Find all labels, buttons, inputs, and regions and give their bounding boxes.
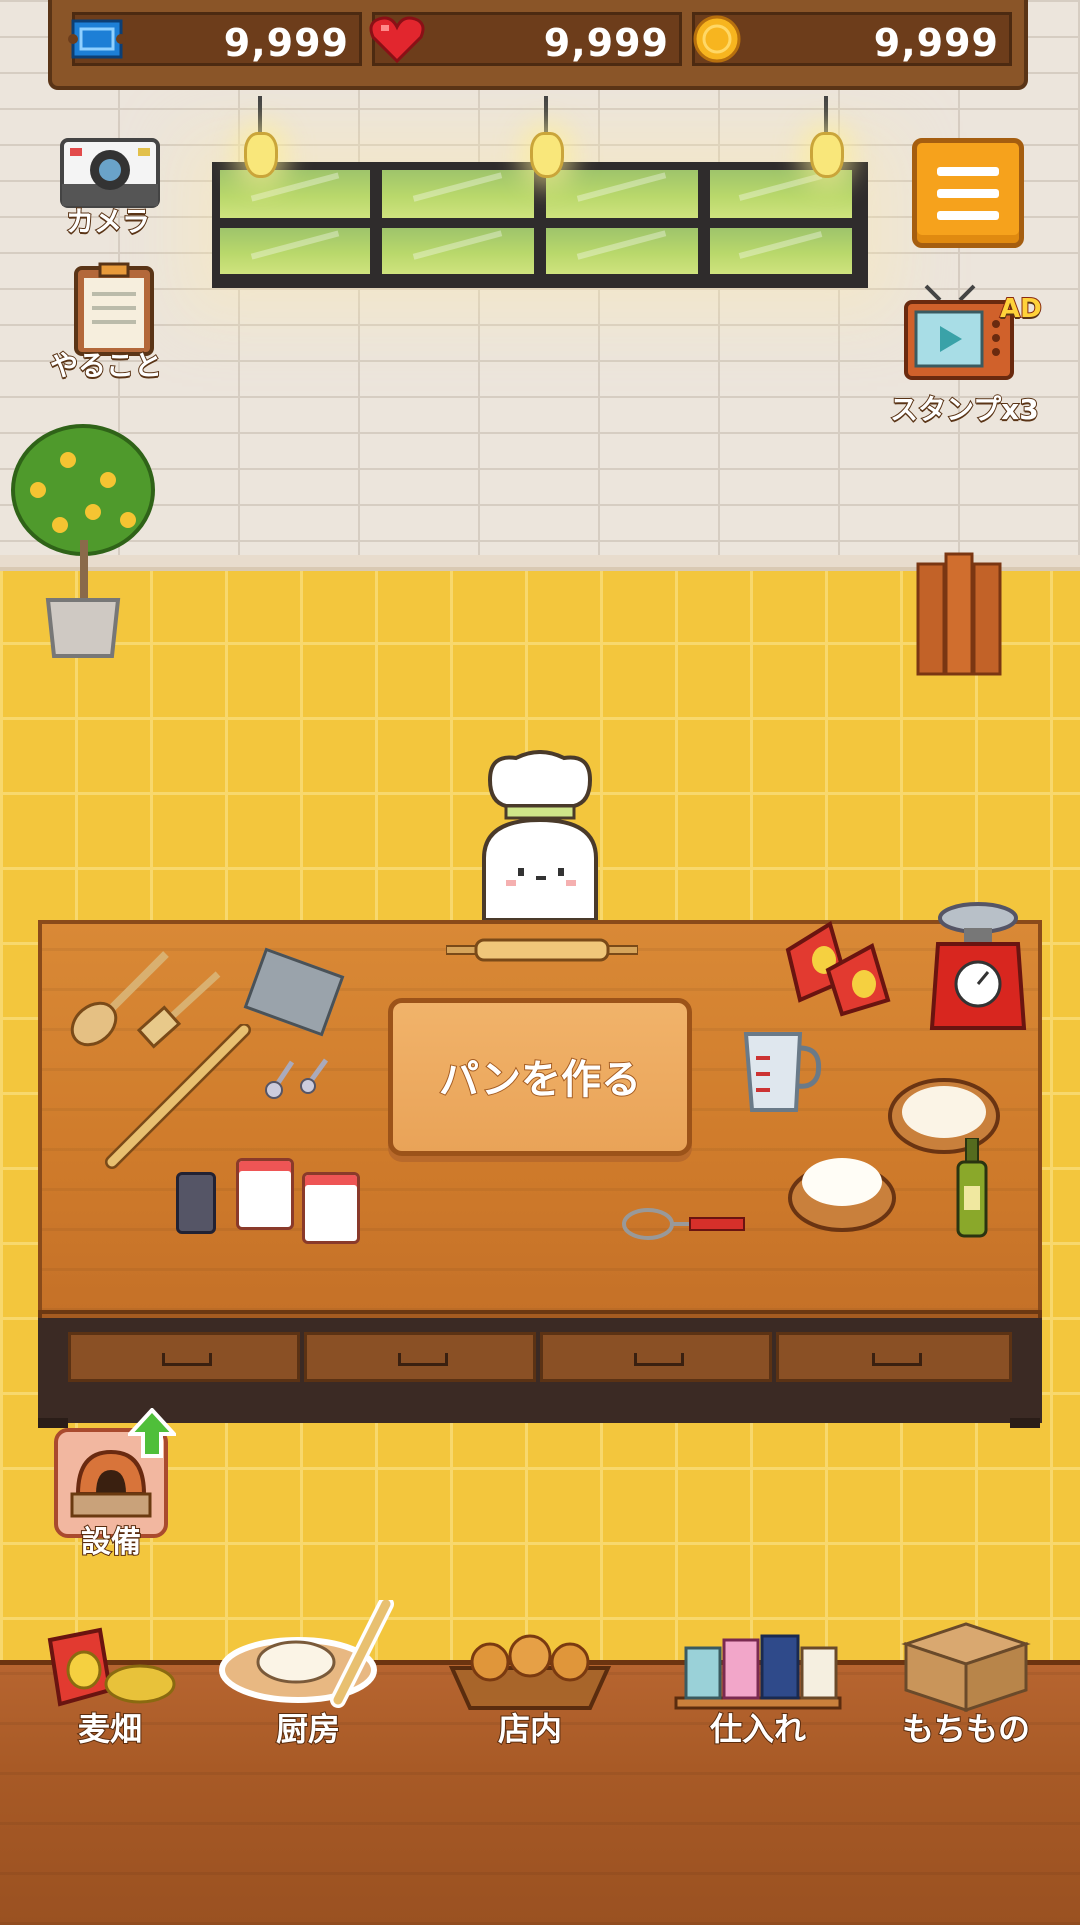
table-leg <box>38 1418 68 1428</box>
nav-label: 麦畑 <box>77 1709 143 1749</box>
lemon-tree-plant <box>8 420 158 670</box>
drawer <box>68 1332 300 1382</box>
flour-basket <box>786 1148 898 1234</box>
drawer <box>776 1332 1012 1382</box>
stamp-label: スタンプx3 <box>889 392 1040 427</box>
chef-character[interactable] <box>470 750 610 922</box>
nav-kitchen[interactable]: 厨房 <box>218 1600 398 1750</box>
make-bread-button[interactable]: パンを作る <box>388 998 692 1156</box>
ingredient-jar <box>302 1172 360 1244</box>
heart-counter[interactable]: 9,999 <box>369 12 682 66</box>
nav-inventory[interactable]: もちもの <box>876 1600 1056 1750</box>
whisk <box>620 1204 746 1244</box>
table-drawers <box>38 1318 1042 1423</box>
oil-bottle <box>954 1137 990 1238</box>
bread-basket-icon <box>448 1634 612 1710</box>
kitchen-scale <box>928 900 1028 1034</box>
todo-button[interactable]: やること <box>49 262 180 383</box>
currency-bar: 9,999 9,999 9,999 <box>48 0 1028 90</box>
heart-count: 9,999 <box>543 21 669 65</box>
coin-count: 9,999 <box>873 21 999 65</box>
stamp-ad-button[interactable]: AD スタンプx3 <box>889 282 1054 432</box>
measuring-spoons <box>262 1052 342 1102</box>
equipment-label: 設備 <box>80 1524 142 1561</box>
nav-supplies[interactable]: 仕入れ <box>668 1600 848 1750</box>
coin-counter[interactable]: 9,999 <box>692 12 1012 66</box>
nav-label: 仕入れ <box>709 1709 807 1749</box>
ingredient-jar <box>236 1158 294 1230</box>
light-bulb <box>530 96 564 178</box>
menu-button[interactable] <box>912 138 1024 248</box>
supplies-shelf-icon <box>674 1634 842 1710</box>
ticket-counter[interactable]: 9,999 <box>68 12 362 66</box>
camera-label: カメラ <box>65 204 151 239</box>
nav-label: 店内 <box>497 1709 563 1749</box>
nav-store[interactable]: 店内 <box>440 1600 620 1750</box>
spice-jar <box>176 1172 216 1234</box>
todo-label: やること <box>49 348 163 383</box>
rolling-pin <box>445 936 639 964</box>
up-arrow-icon <box>125 1407 179 1458</box>
kitchen-icon <box>219 1600 394 1708</box>
coin-icon <box>693 15 741 63</box>
make-bread-label: パンを作る <box>438 1056 642 1104</box>
ticket-count: 9,999 <box>223 21 349 65</box>
nav-label: もちもの <box>901 1709 1031 1749</box>
ad-badge: AD <box>999 293 1043 325</box>
firewood-stack <box>914 550 1004 678</box>
measuring-cup <box>738 1026 828 1116</box>
window <box>212 162 868 288</box>
light-bulb <box>244 96 278 178</box>
camera-button[interactable]: カメラ <box>58 134 168 239</box>
nav-wheat-field[interactable]: 麦畑 <box>20 1600 200 1750</box>
ticket-icon <box>68 19 126 59</box>
heart-icon <box>369 16 425 64</box>
nav-label: 厨房 <box>275 1709 341 1749</box>
long-rolling-pin <box>104 1023 254 1170</box>
light-bulb <box>810 96 844 178</box>
drawer <box>540 1332 772 1382</box>
cardboard-box-icon <box>901 1622 1031 1713</box>
table-leg <box>1010 1418 1040 1428</box>
drawer <box>304 1332 536 1382</box>
eggs <box>780 910 900 1020</box>
